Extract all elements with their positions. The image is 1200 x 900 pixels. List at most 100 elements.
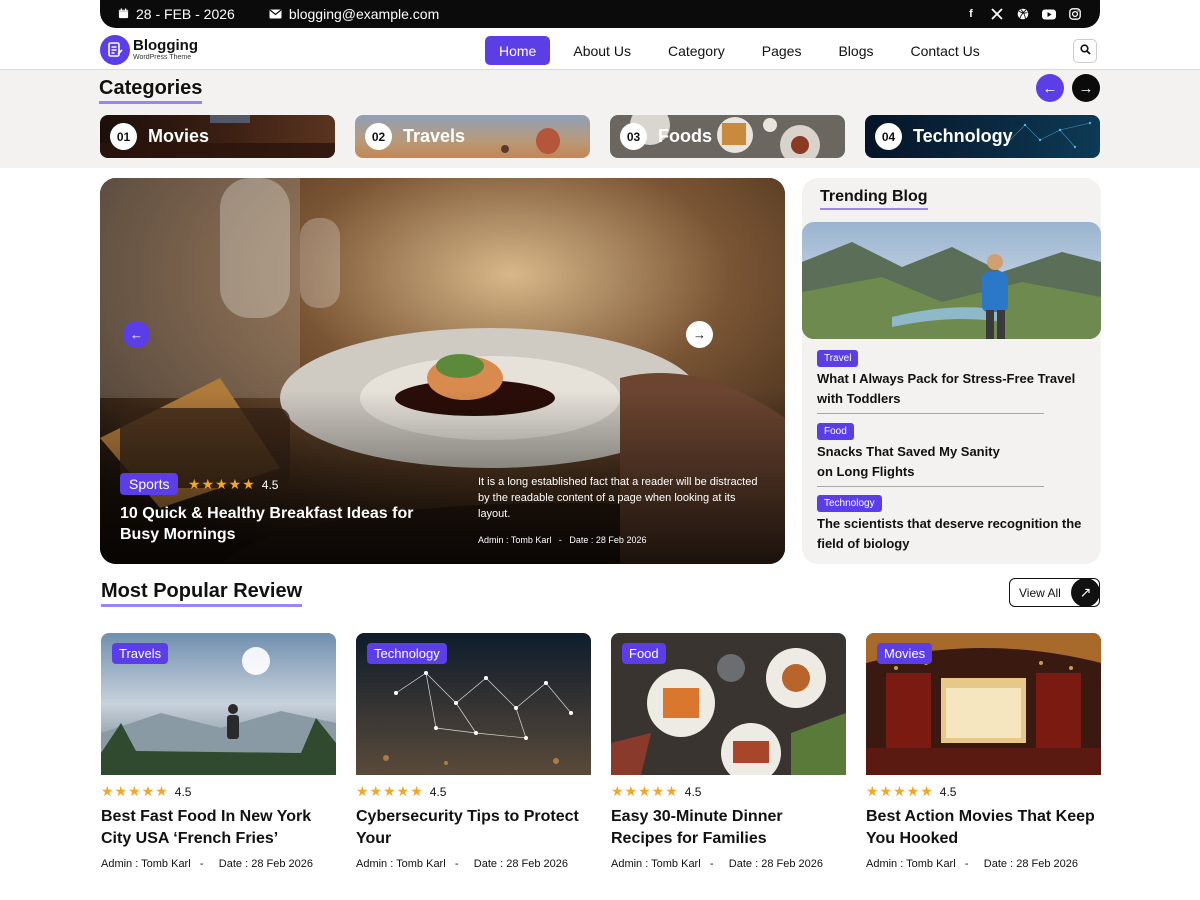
trending-item[interactable]: Technology The scientists that deserve r… xyxy=(817,493,1092,554)
review-author: Admin : Tomb Karl xyxy=(611,858,701,870)
heading-underline xyxy=(101,604,303,607)
category-card-movies[interactable]: 01 Movies xyxy=(100,115,335,158)
category-name: Technology xyxy=(913,126,1013,146)
star-rating-icon: ★★★★★ xyxy=(188,476,256,492)
categories-title-text: Categories xyxy=(99,77,203,99)
nav-about-us[interactable]: About Us xyxy=(559,36,645,65)
arrow-right-icon: → xyxy=(1078,79,1094,97)
hero-slider[interactable]: ← → Sports ★★★★★ 4.5 10 Quick & Healthy … xyxy=(100,178,785,564)
dribbble-icon[interactable] xyxy=(1016,7,1030,21)
hero-prev-button[interactable]: ← xyxy=(123,321,150,348)
divider xyxy=(817,486,1044,487)
review-tag[interactable]: Technology xyxy=(367,643,447,664)
review-title[interactable]: Best Action Movies That Keep You Hooked xyxy=(866,806,1101,850)
trending-tag[interactable]: Food xyxy=(817,423,854,440)
review-card[interactable]: Travels ★★★★★ 4.5 Best Fast Food In New … xyxy=(101,633,336,870)
review-meta: Admin : Tomb Karl - Date : 28 Feb 2026 xyxy=(866,858,1101,870)
category-number: 02 xyxy=(365,123,392,150)
trending-item[interactable]: Food Snacks That Saved My Sanity on Long… xyxy=(817,421,1092,487)
nav-home[interactable]: Home xyxy=(485,36,551,65)
instagram-icon[interactable] xyxy=(1068,7,1082,21)
nav-pages[interactable]: Pages xyxy=(748,36,816,65)
arrow-up-right-icon: ↗ xyxy=(1071,578,1100,607)
nav-blogs[interactable]: Blogs xyxy=(824,36,887,65)
meta-separator: - xyxy=(454,858,459,870)
hero-date: Date : 28 Feb 2026 xyxy=(569,535,647,545)
category-card-travels[interactable]: 02 Travels xyxy=(355,115,590,158)
mail-icon xyxy=(269,6,282,22)
review-tag[interactable]: Movies xyxy=(877,643,933,664)
categories-next-button[interactable]: → xyxy=(1072,74,1100,102)
category-name: Movies xyxy=(148,126,210,146)
trending-item-title[interactable]: Snacks That Saved My Sanity on Long Flig… xyxy=(817,442,1017,482)
category-number: 01 xyxy=(110,123,137,150)
review-card[interactable]: Technology ★★★★★ 4.5 Cybersecurity Tips … xyxy=(356,633,591,870)
review-image[interactable]: Movies xyxy=(866,633,1101,775)
category-number: 04 xyxy=(875,123,902,150)
review-date: Date : 28 Feb 2026 xyxy=(218,858,313,870)
current-date: 28 - FEB - 2026 xyxy=(136,6,235,22)
hero-description: It is a long established fact that a rea… xyxy=(478,476,758,520)
search-icon xyxy=(1079,42,1091,60)
date-info: 28 - FEB - 2026 xyxy=(118,6,235,22)
email-info[interactable]: blogging@example.com xyxy=(269,6,439,22)
star-rating-icon: ★★★★★ xyxy=(101,783,169,799)
trending-image[interactable] xyxy=(802,222,1101,339)
review-image[interactable]: Food xyxy=(611,633,846,775)
meta-separator: - xyxy=(199,858,204,870)
heading-underline xyxy=(99,101,203,104)
trending-item-title[interactable]: What I Always Pack for Stress-Free Trave… xyxy=(817,369,1092,409)
review-tag[interactable]: Travels xyxy=(112,643,169,664)
hero-next-button[interactable]: → xyxy=(686,321,713,348)
review-author: Admin : Tomb Karl xyxy=(101,858,191,870)
youtube-icon[interactable] xyxy=(1042,7,1056,21)
review-image[interactable]: Travels xyxy=(101,633,336,775)
review-title[interactable]: Easy 30-Minute Dinner Recipes for Famili… xyxy=(611,806,846,850)
trending-item-title[interactable]: The scientists that deserve recognition … xyxy=(817,514,1092,554)
meta-separator: - xyxy=(558,535,562,545)
categories-prev-button[interactable]: ← xyxy=(1036,74,1064,102)
star-rating-icon: ★★★★★ xyxy=(611,783,679,799)
review-tag[interactable]: Food xyxy=(622,643,666,664)
review-author: Admin : Tomb Karl xyxy=(866,858,956,870)
star-rating-icon: ★★★★★ xyxy=(356,783,424,799)
brand-name: Blogging xyxy=(133,37,198,54)
search-button[interactable] xyxy=(1073,39,1097,63)
view-all-button[interactable]: View All ↗ xyxy=(1009,578,1100,607)
brand-tagline: WordPress Theme xyxy=(133,54,192,61)
review-date: Date : 28 Feb 2026 xyxy=(473,858,568,870)
review-card[interactable]: Movies ★★★★★ 4.5 Best Action Movies That… xyxy=(866,633,1101,870)
category-card-technology[interactable]: 04 Technology xyxy=(865,115,1100,158)
trending-item[interactable]: Travel What I Always Pack for Stress-Fre… xyxy=(817,348,1092,414)
trending-tag[interactable]: Technology xyxy=(817,495,882,512)
hero-category-tag[interactable]: Sports xyxy=(120,473,179,495)
review-title[interactable]: Best Fast Food In New York City USA ‘Fre… xyxy=(101,806,336,850)
category-number: 03 xyxy=(620,123,647,150)
categories-heading: Categories xyxy=(99,77,203,104)
email-link[interactable]: blogging@example.com xyxy=(289,6,439,22)
facebook-icon[interactable]: f xyxy=(964,7,978,21)
nav-category[interactable]: Category xyxy=(654,36,739,65)
categories-section: Categories ← → 01 Movies 02 Travels 03 F… xyxy=(0,70,1200,168)
rating-value: 4.5 xyxy=(429,784,447,799)
review-rating: ★★★★★ 4.5 xyxy=(101,783,336,800)
hero-title[interactable]: 10 Quick & Healthy Breakfast Ideas for B… xyxy=(120,503,420,545)
hero-rating: ★★★★★ 4.5 xyxy=(188,476,278,493)
category-card-foods[interactable]: 03 Foods xyxy=(610,115,845,158)
review-date: Date : 28 Feb 2026 xyxy=(728,858,823,870)
review-image[interactable]: Technology xyxy=(356,633,591,775)
review-rating: ★★★★★ 4.5 xyxy=(356,783,591,800)
category-name: Travels xyxy=(403,126,466,146)
x-icon[interactable] xyxy=(990,7,1004,21)
meta-separator: - xyxy=(964,858,969,870)
review-rating: ★★★★★ 4.5 xyxy=(611,783,846,800)
nav-contact-us[interactable]: Contact Us xyxy=(897,36,994,65)
top-bar: 28 - FEB - 2026 blogging@example.com f xyxy=(100,0,1100,28)
calendar-icon xyxy=(118,6,129,22)
trending-tag[interactable]: Travel xyxy=(817,350,859,367)
site-logo[interactable]: Blogging WordPress Theme xyxy=(100,35,198,65)
review-card[interactable]: Food ★★★★★ 4.5 Easy 30-Minute Dinner Rec… xyxy=(611,633,846,870)
review-meta: Admin : Tomb Karl - Date : 28 Feb 2026 xyxy=(611,858,846,870)
review-meta: Admin : Tomb Karl - Date : 28 Feb 2026 xyxy=(356,858,591,870)
review-title[interactable]: Cybersecurity Tips to Protect Your xyxy=(356,806,591,850)
